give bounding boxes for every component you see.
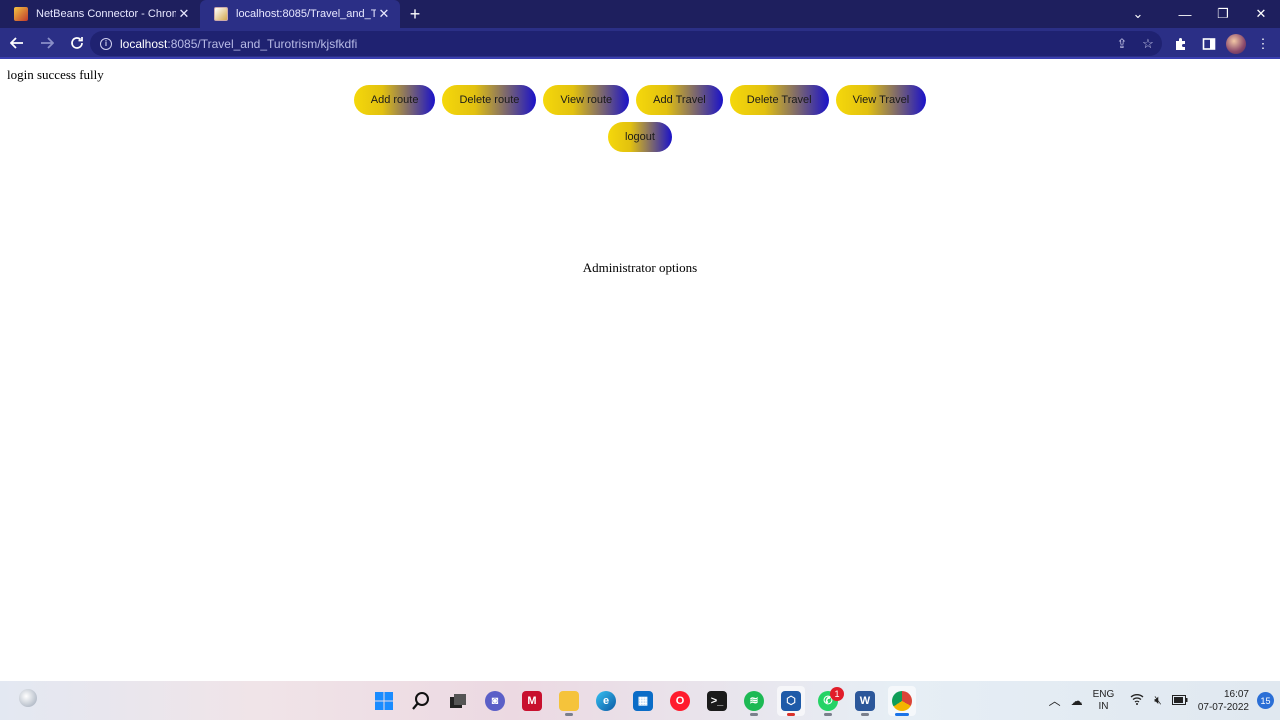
login-status-text: login success fully <box>7 67 104 82</box>
volume-muted-icon[interactable]: 🔇︎ <box>1154 693 1162 708</box>
clock[interactable]: 16:07 07-07-2022 <box>1198 688 1249 714</box>
toolbar-right: ⋮ <box>1170 28 1274 59</box>
window-controls: ⌄ — ❐ ✕ <box>1118 0 1280 28</box>
delete-travel-button[interactable]: Delete Travel <box>729 85 829 115</box>
whatsapp-icon[interactable]: ✆ 1 <box>814 686 844 716</box>
chevron-up-icon[interactable]: ︿ <box>1049 692 1061 709</box>
chrome-icon[interactable] <box>888 685 916 716</box>
region-code: IN <box>1098 700 1109 712</box>
netbeans-favicon-icon <box>14 7 28 21</box>
minimize-button[interactable]: — <box>1166 0 1204 28</box>
omnibox-actions: ⇪ ☆ <box>1114 31 1156 56</box>
add-route-button[interactable]: Add route <box>353 85 436 115</box>
forward-arrow-icon[interactable] <box>34 30 60 56</box>
add-travel-button[interactable]: Add Travel <box>636 85 723 115</box>
url-path: :8085/Travel_and_Turotrism/kjsfkdfi <box>167 36 358 51</box>
clock-time: 16:07 <box>1223 688 1249 700</box>
extensions-puzzle-icon[interactable] <box>1170 33 1192 55</box>
taskbar-apps: ◙ M e ▦ O >_ ≋ ⬡ ✆ 1 W <box>370 681 916 720</box>
mcafee-icon[interactable]: M <box>518 686 546 716</box>
tab-close-icon[interactable]: ✕ <box>376 6 392 22</box>
admin-button-row: Add route Delete route View route Add Tr… <box>0 85 1280 115</box>
taskbar: ◙ M e ▦ O >_ ≋ ⬡ ✆ 1 W ︿ ☁ ENG IN 🔇︎ 16:0… <box>0 681 1280 720</box>
view-route-button[interactable]: View route <box>543 85 630 115</box>
profile-avatar[interactable] <box>1226 33 1246 54</box>
search-icon[interactable] <box>407 686 435 716</box>
menu-kebab-icon[interactable]: ⋮ <box>1252 33 1274 55</box>
tab-bar: NetBeans Connector - Chrome W ✕ localhos… <box>0 0 1280 28</box>
back-arrow-icon[interactable] <box>4 30 30 56</box>
site-info-icon[interactable]: i <box>100 37 112 50</box>
browser-toolbar: i localhost:8085/Travel_and_Turotrism/kj… <box>0 28 1280 59</box>
tab-title: localhost:8085/Travel_and_Turotr <box>236 8 376 20</box>
weather-widget-icon[interactable] <box>19 689 37 707</box>
tab-netbeans-connector[interactable]: NetBeans Connector - Chrome W ✕ <box>0 0 200 28</box>
virtualbox-icon[interactable]: ⬡ <box>777 685 805 716</box>
delete-route-button[interactable]: Delete route <box>442 85 537 115</box>
file-explorer-icon[interactable] <box>555 686 583 716</box>
tab-title: NetBeans Connector - Chrome W <box>36 8 176 20</box>
microsoft-store-icon[interactable]: ▦ <box>629 686 657 716</box>
address-bar[interactable]: i localhost:8085/Travel_and_Turotrism/kj… <box>90 31 1162 56</box>
word-icon[interactable]: W <box>851 686 879 716</box>
page-content: login success fully Add route Delete rou… <box>0 61 1280 681</box>
wifi-icon[interactable] <box>1130 693 1144 708</box>
spotify-icon[interactable]: ≋ <box>740 686 768 716</box>
url-host: localhost <box>120 36 168 51</box>
logout-row: logout <box>0 122 1280 152</box>
share-icon[interactable]: ⇪ <box>1114 36 1130 52</box>
tab-localhost[interactable]: localhost:8085/Travel_and_Turotr ✕ <box>200 0 400 28</box>
maximize-button[interactable]: ❐ <box>1204 0 1242 28</box>
terminal-icon[interactable]: >_ <box>703 686 731 716</box>
side-panel-icon[interactable] <box>1198 33 1220 55</box>
onedrive-cloud-icon[interactable]: ☁ <box>1071 694 1083 708</box>
administrator-options-heading: Administrator options <box>582 260 698 275</box>
clock-date: 07-07-2022 <box>1197 701 1249 713</box>
opera-icon[interactable]: O <box>666 686 694 716</box>
tab-close-icon[interactable]: ✕ <box>176 6 192 22</box>
new-tab-button[interactable]: + <box>400 0 430 28</box>
tab-search-chevron-down-icon[interactable]: ⌄ <box>1118 0 1158 28</box>
bookmark-star-icon[interactable]: ☆ <box>1140 36 1156 52</box>
page-favicon-icon <box>214 7 228 21</box>
language-code: ENG <box>1092 688 1115 700</box>
teams-chat-icon[interactable]: ◙ <box>481 686 509 716</box>
reload-icon[interactable] <box>64 30 90 56</box>
close-window-button[interactable]: ✕ <box>1242 0 1280 28</box>
url-text[interactable]: localhost:8085/Travel_and_Turotrism/kjsf… <box>120 37 357 51</box>
language-indicator[interactable]: ENG IN <box>1093 689 1115 713</box>
logout-button[interactable]: logout <box>608 122 672 152</box>
whatsapp-badge: 1 <box>830 686 844 701</box>
battery-icon[interactable] <box>1171 694 1188 708</box>
edge-browser-icon[interactable]: e <box>592 686 620 716</box>
start-windows-icon[interactable] <box>370 686 398 716</box>
task-view-icon[interactable] <box>444 686 472 716</box>
view-travel-button[interactable]: View Travel <box>835 85 927 115</box>
system-tray: ︿ ☁ ENG IN 🔇︎ 16:07 07-07-2022 15 <box>1049 681 1280 720</box>
notification-count-badge[interactable]: 15 <box>1257 692 1274 709</box>
